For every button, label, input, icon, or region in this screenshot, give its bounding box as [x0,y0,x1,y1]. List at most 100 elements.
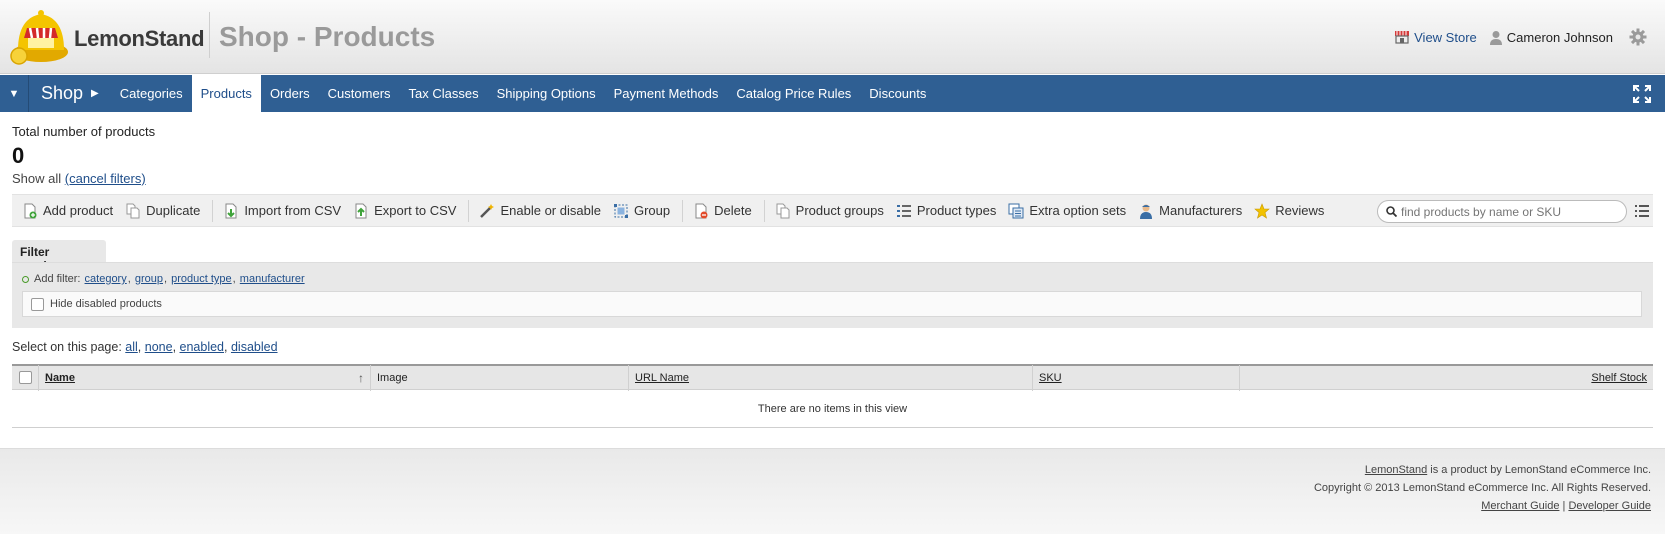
enable-disable-button[interactable]: Enable or disable [479,203,601,219]
group-label: Group [633,203,671,218]
reviews-button[interactable]: Reviews [1254,202,1325,219]
nav-item-products[interactable]: Products [191,75,261,112]
select-none-link[interactable]: none [145,340,173,354]
fullscreen-icon[interactable] [1633,85,1651,103]
page-title: Shop - Products [219,21,436,52]
column-shelf-stock-link[interactable]: Shelf Stock [1591,372,1647,384]
nav-item-categories[interactable]: Categories [111,75,192,112]
store-icon [1395,31,1410,44]
product-groups-button[interactable]: Product groups [775,203,884,219]
nav-section-label: Shop [41,83,84,103]
cancel-filters-link[interactable]: (cancel filters) [65,171,146,186]
filter-option-product-type[interactable]: product type [171,273,232,285]
manufacturers-button[interactable]: Manufacturers [1138,203,1242,219]
footer-product-text: is a product by LemonStand eCommerce Inc… [1427,464,1651,476]
import-csv-button[interactable]: Import from CSV [223,203,341,219]
nav-item-shipping-options[interactable]: Shipping Options [488,75,605,112]
nav-toggle-button[interactable]: ▼ [0,75,29,112]
merchant-guide-link[interactable]: Merchant Guide [1481,500,1559,512]
gear-icon[interactable] [1629,28,1647,46]
worker-icon [1140,204,1153,219]
nav-item-discounts[interactable]: Discounts [860,75,935,112]
select-all-checkbox[interactable] [18,371,32,384]
group-button[interactable]: Group [613,203,670,219]
product-search [1377,200,1627,223]
add-product-button[interactable]: Add product [22,203,113,219]
export-icon [355,203,367,218]
select-on-page-label: Select on this page: [12,340,122,354]
triangle-down-icon: ▼ [8,87,20,100]
export-csv-label: Export to CSV [374,203,457,218]
nav-section-shop[interactable]: Shop ▶ [29,75,111,112]
duplicate-button[interactable]: Duplicate [125,203,200,219]
select-all-cell [12,364,39,391]
user-icon [1489,30,1502,45]
hide-disabled-label: Hide disabled products [50,298,162,310]
filter-option-category[interactable]: category [85,273,127,285]
column-header-image: Image [371,364,629,391]
total-products-count: 0 [12,143,25,168]
select-disabled-link[interactable]: disabled [231,340,278,354]
view-store-label: View Store [1414,29,1477,45]
show-all-line: Show all (cancel filters) [12,171,155,186]
nav-item-tax-classes[interactable]: Tax Classes [400,75,488,112]
filter-panel: Add filter: category, group, product typ… [12,262,1653,328]
page-footer: LemonStand is a product by LemonStand eC… [0,448,1665,534]
delete-document-icon [695,203,708,218]
main-nav: ▼ Shop ▶ Categories Products Orders Cust… [0,75,1665,112]
column-url-name-link[interactable]: URL Name [635,372,689,384]
app-header: LemonStand Shop - Products View Store Ca… [0,0,1665,74]
reviews-label: Reviews [1275,203,1325,218]
column-header-name[interactable]: Name ↑ [39,364,371,391]
footer-line-product: LemonStand is a product by LemonStand eC… [1314,461,1651,479]
filter-option-manufacturer[interactable]: manufacturer [240,273,305,285]
select-on-page: Select on this page: all, none, enabled,… [12,340,278,354]
header-divider [209,12,210,58]
extra-option-sets-label: Extra option sets [1029,203,1127,218]
developer-guide-link[interactable]: Developer Guide [1568,500,1651,512]
column-header-sku[interactable]: SKU [1033,364,1240,391]
product-types-button[interactable]: Product types [896,203,997,219]
toolbar-divider [682,199,684,222]
product-types-label: Product types [916,203,997,218]
filter-products-tab[interactable]: Filter products [12,240,106,273]
stacked-pages-icon [1008,203,1024,218]
column-name-link[interactable]: Name [45,372,75,384]
duplicate-label: Duplicate [146,203,201,218]
list-view-icon[interactable] [1635,204,1649,218]
filter-option-group[interactable]: group [135,273,163,285]
sort-arrow-up-icon: ↑ [358,370,364,385]
products-summary: Total number of products 0 Show all (can… [12,124,155,186]
toolbar-divider [468,199,470,222]
delete-button[interactable]: Delete [693,203,752,219]
footer-lemonstand-link[interactable]: LemonStand [1365,464,1427,476]
current-user[interactable]: Cameron Johnson [1489,30,1613,45]
hide-disabled-row: Hide disabled products [22,291,1642,317]
extra-option-sets-button[interactable]: Extra option sets [1008,203,1126,219]
nav-item-customers[interactable]: Customers [319,75,400,112]
group-select-icon [613,203,628,218]
list-bullets-icon [896,204,911,217]
column-header-url-name[interactable]: URL Name [629,364,1033,391]
column-header-shelf-stock[interactable]: Shelf Stock [1240,365,1653,391]
add-circle-icon [22,275,29,283]
add-filter-label: Add filter: [34,273,81,285]
nav-item-payment-methods[interactable]: Payment Methods [605,75,728,112]
import-csv-label: Import from CSV [244,203,342,218]
column-sku-link[interactable]: SKU [1039,372,1062,384]
header-actions: View Store Cameron Johnson [1394,28,1647,46]
nav-item-catalog-price-rules[interactable]: Catalog Price Rules [727,75,860,112]
user-name: Cameron Johnson [1506,29,1613,45]
search-input[interactable] [1401,204,1621,219]
view-store-link[interactable]: View Store [1394,29,1477,45]
lemonstand-logo-icon [10,10,68,65]
empty-table-message: There are no items in this view [12,390,1653,428]
export-csv-button[interactable]: Export to CSV [353,203,456,219]
hide-disabled-checkbox[interactable] [31,297,44,311]
star-icon [1254,202,1271,219]
duplicate-icon [126,203,140,218]
nav-item-orders[interactable]: Orders [261,75,319,112]
products-table: Name ↑ Image URL Name SKU Shelf Stock Th… [12,364,1653,428]
select-enabled-link[interactable]: enabled [180,340,225,354]
select-all-link[interactable]: all [125,340,138,354]
